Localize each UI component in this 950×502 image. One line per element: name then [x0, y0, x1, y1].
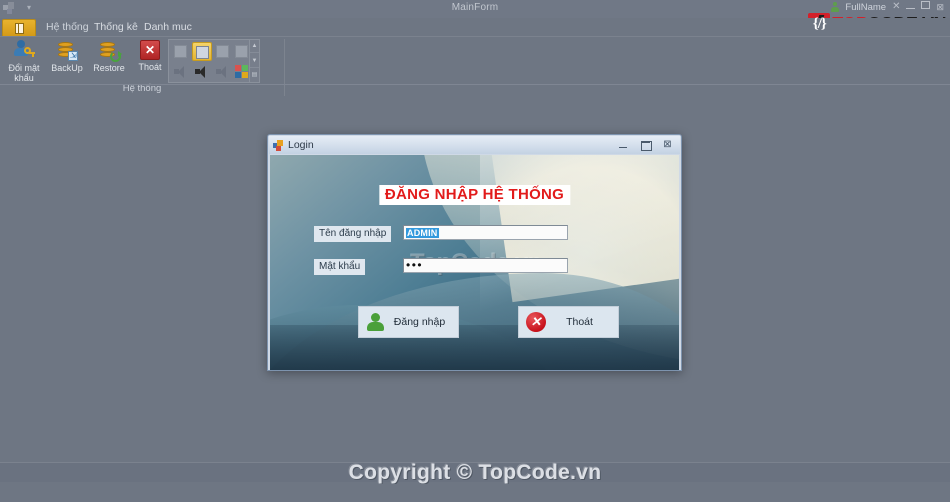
document-selected-icon: [196, 46, 209, 59]
gallery-scrollbar[interactable]: ▲ ▼ ▤: [249, 40, 259, 82]
logged-in-user-label: FullName: [845, 1, 887, 13]
exit-button-label: Thoát: [566, 316, 593, 328]
username-value: ADMIN: [406, 227, 439, 238]
gallery-item-speaker-active[interactable]: [192, 62, 212, 81]
database-restore-icon: [98, 39, 122, 62]
login-window-buttons: ⊠: [617, 139, 674, 151]
user-key-icon: [13, 39, 35, 61]
database-backup-icon: ⇲: [56, 39, 78, 61]
gallery-more-icon[interactable]: ▤: [250, 69, 259, 82]
ribbon-tab-strip: Hệ thống Thống kê Danh muc: [0, 18, 950, 36]
minimize-icon[interactable]: [617, 139, 630, 151]
help-icon[interactable]: ✕: [892, 1, 900, 13]
login-button[interactable]: Đăng nhập: [358, 306, 459, 338]
ribbon-button-label: Đổi mật khẩu: [8, 63, 40, 83]
ribbon-bottom-border: [0, 84, 950, 85]
username-label: Tên đăng nhập: [314, 226, 392, 242]
gallery-item-speaker-left[interactable]: [171, 62, 191, 81]
password-value: •••: [406, 258, 424, 272]
ribbon-button-label: Restore: [93, 63, 125, 73]
password-label: Mật khẩu: [314, 259, 366, 275]
user-icon: [830, 2, 839, 12]
ribbon-gallery[interactable]: ▲ ▼ ▤: [168, 39, 260, 83]
document-copy-icon: [216, 45, 229, 58]
tab-file-menu[interactable]: [2, 19, 36, 36]
password-input[interactable]: •••: [403, 258, 568, 273]
gallery-item-document-copy[interactable]: [213, 42, 233, 61]
window-title: MainForm: [451, 2, 499, 13]
maximize-icon[interactable]: [639, 139, 652, 151]
exit-button[interactable]: ✕ Thoát: [518, 306, 619, 338]
login-dialog-title: Login: [288, 139, 314, 151]
login-dialog-title-bar[interactable]: Login ⊠: [269, 136, 680, 154]
x-circle-red-icon: ✕: [525, 311, 547, 333]
ribbon-group-separator: [284, 39, 285, 97]
tab-thong-ke[interactable]: Thống kê: [88, 19, 144, 36]
person-green-icon: [365, 311, 387, 333]
tab-he-thong[interactable]: Hệ thống: [40, 19, 95, 36]
login-button-label: Đăng nhập: [393, 316, 446, 328]
ribbon-button-doi-mat-khau[interactable]: Đổi mật khẩu: [2, 39, 46, 83]
username-input[interactable]: ADMIN: [403, 225, 568, 240]
ribbon-button-label: Thoát: [138, 62, 162, 72]
tab-danh-muc[interactable]: Danh muc: [138, 19, 198, 36]
ribbon-content: Đổi mật khẩu ⇲ BackUp Restore ✕ Thoát ▲ …: [0, 36, 950, 112]
red-x-icon: ✕: [140, 40, 160, 60]
document-stack-icon: [235, 45, 248, 58]
gallery-item-document-selected[interactable]: [192, 42, 212, 61]
restore-icon[interactable]: [921, 1, 931, 13]
gallery-scroll-up-icon[interactable]: ▲: [250, 40, 259, 53]
login-window-icon: [273, 139, 284, 151]
ribbon-button-thoat[interactable]: ✕ Thoát: [128, 39, 172, 83]
logo-mark-text: {/}: [812, 15, 827, 32]
document-icon: [174, 45, 187, 58]
ribbon-group-he-thong: Đổi mật khẩu ⇲ BackUp Restore ✕ Thoát ▲ …: [0, 37, 284, 99]
copyright-watermark: Copyright © TopCode.vn: [348, 461, 602, 484]
close-icon[interactable]: ⊠: [661, 139, 674, 151]
gallery-scroll-down-icon[interactable]: ▼: [250, 55, 259, 68]
gallery-item-document[interactable]: [171, 42, 191, 61]
minimize-icon[interactable]: [906, 1, 916, 13]
gallery-item-speaker-muted[interactable]: [213, 62, 233, 81]
ribbon-button-label: BackUp: [51, 63, 83, 73]
windows-flag-icon: [235, 65, 248, 78]
main-application-window: ▾ MainForm FullName ✕ ⊠ {/} TOPCODE.VN H…: [0, 0, 950, 502]
title-bar-right-controls: FullName ✕ ⊠: [830, 1, 944, 13]
file-menu-icon: [14, 22, 24, 34]
close-icon[interactable]: ⊠: [936, 1, 944, 13]
login-dialog-body: ĐĂNG NHẬP HỆ THỐNG TopCode.vn Tên đăng n…: [270, 155, 679, 370]
login-heading: ĐĂNG NHẬP HỆ THỐNG: [378, 185, 571, 205]
ribbon-button-backup[interactable]: ⇲ BackUp: [45, 39, 89, 83]
login-dialog: Login ⊠ ĐĂNG NHẬP HỆ THỐNG TopCode.vn Tê…: [267, 134, 682, 371]
ribbon-button-restore[interactable]: Restore: [87, 39, 131, 83]
